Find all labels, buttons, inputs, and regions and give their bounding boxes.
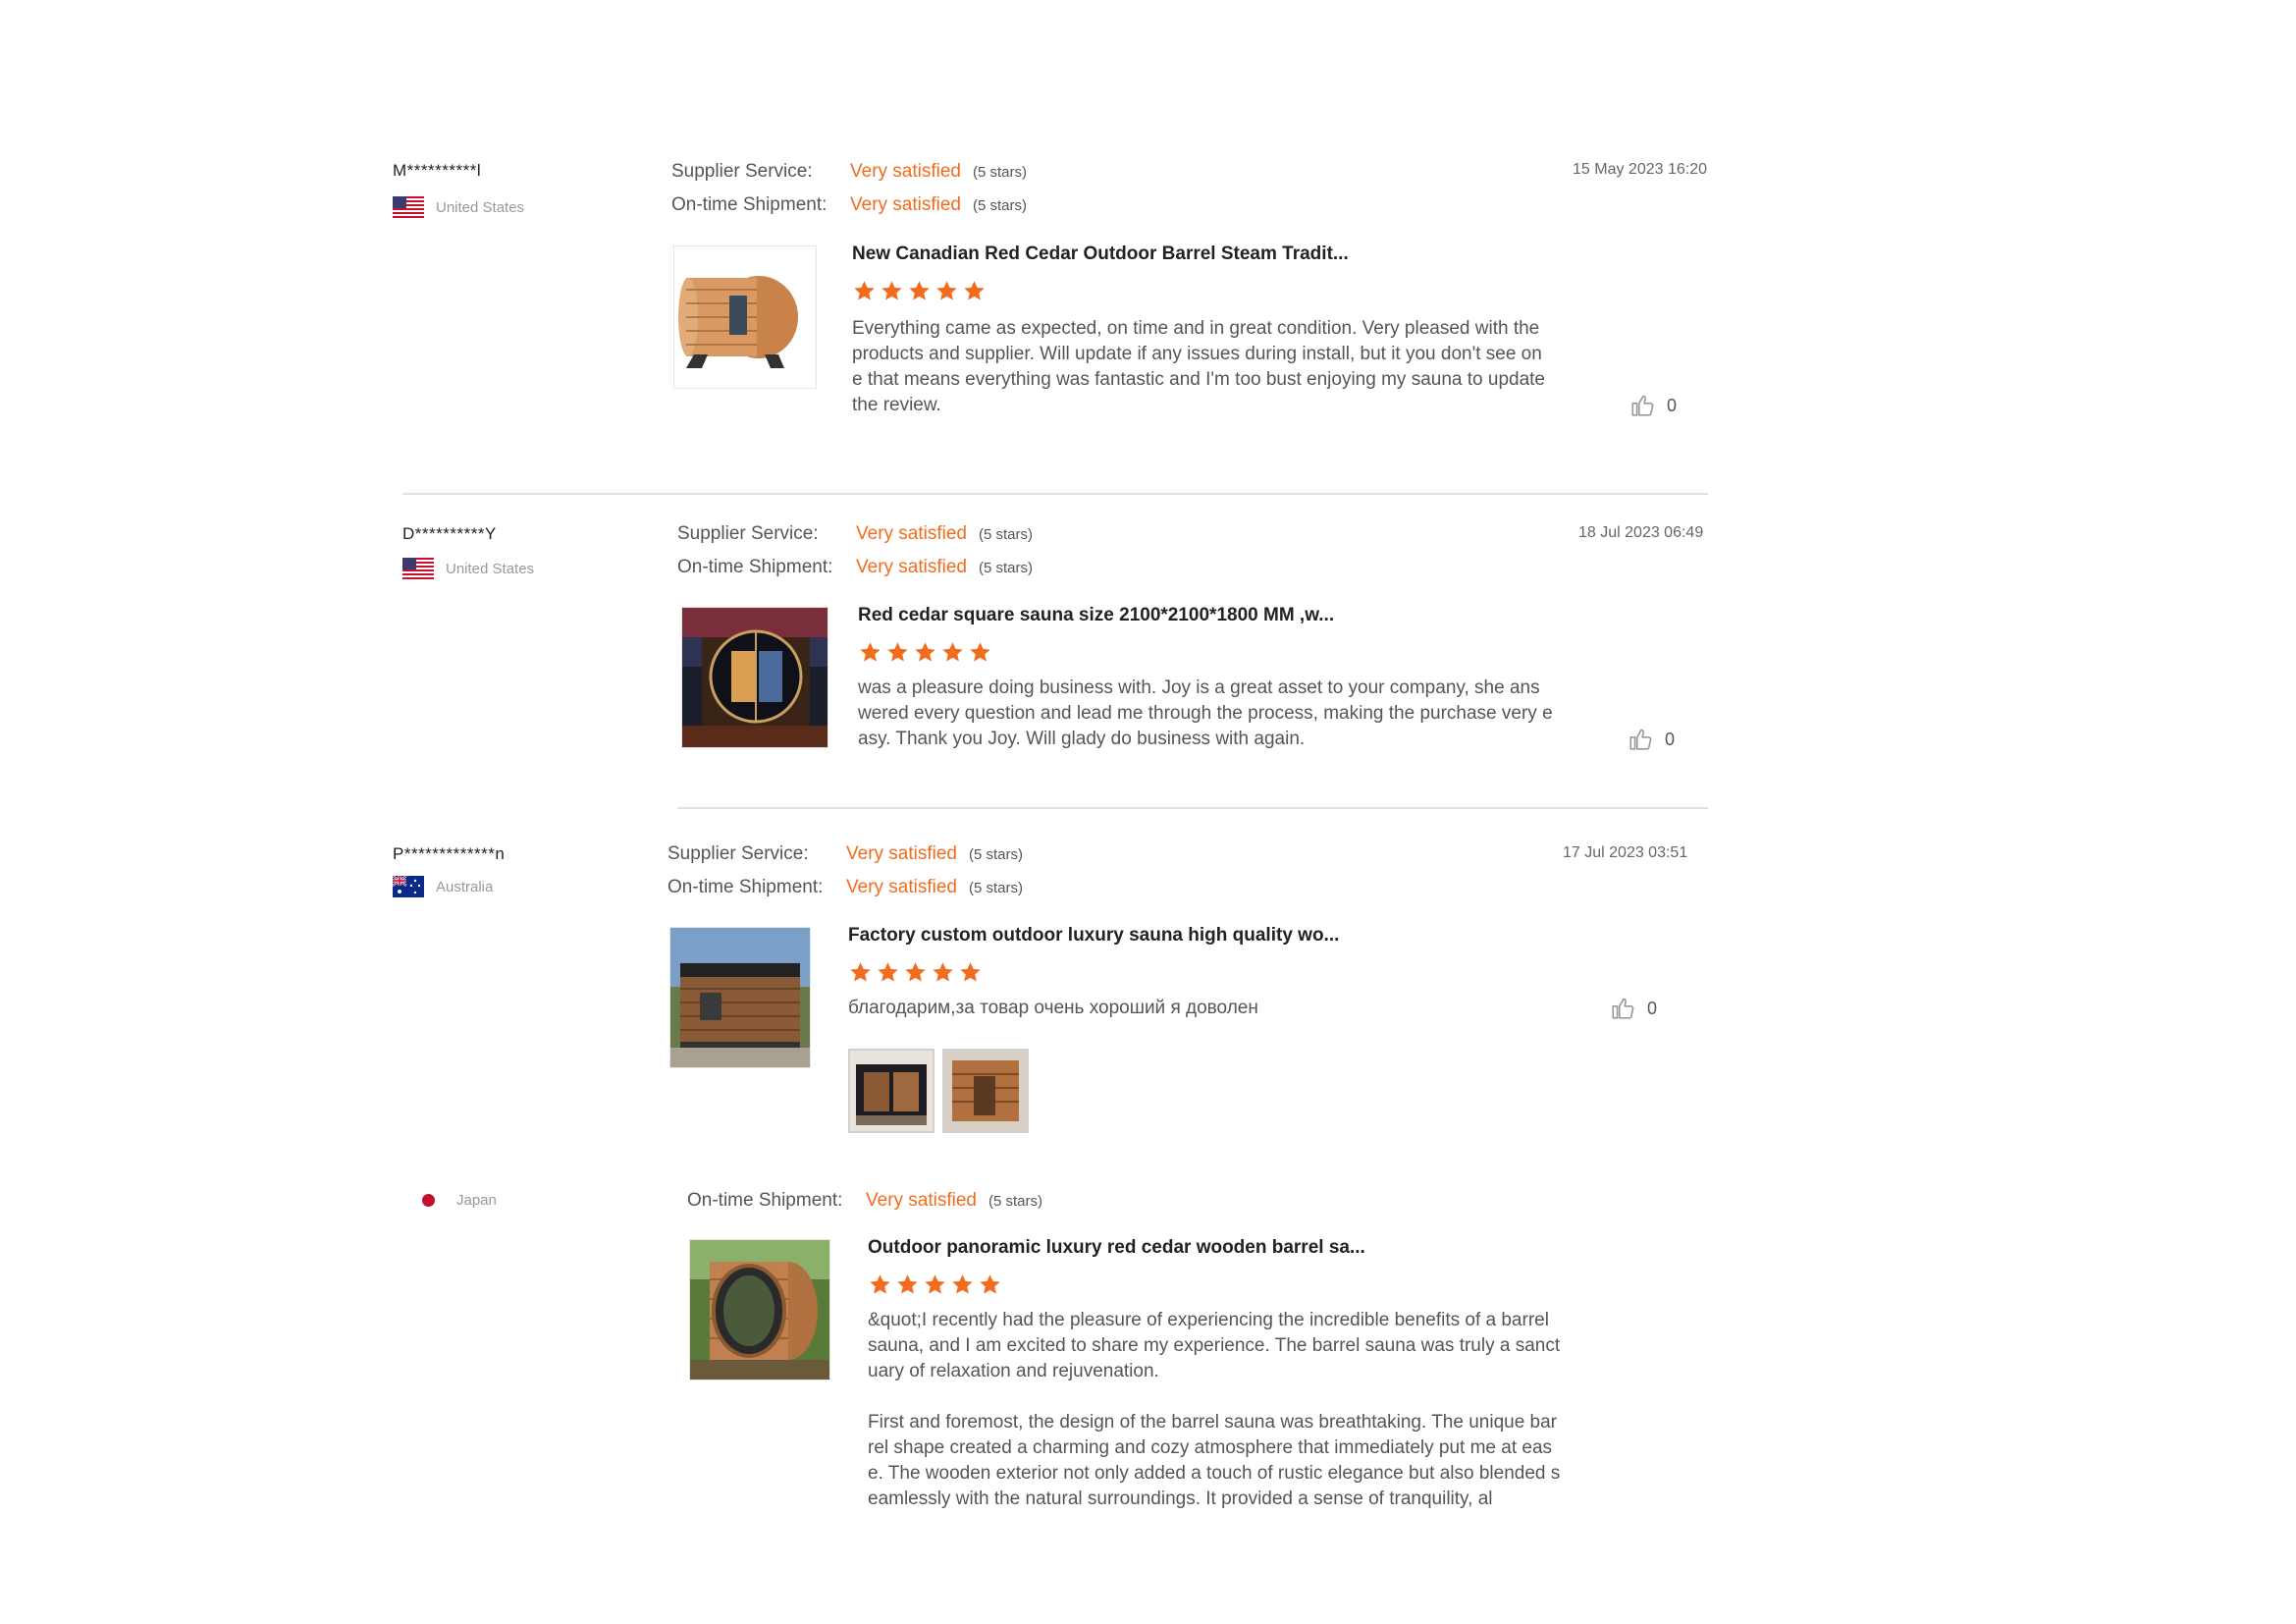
review-divider [677, 807, 1708, 809]
product-title[interactable]: New Canadian Red Cedar Outdoor Barrel St… [852, 244, 1349, 265]
buyer-country: Australia [393, 876, 493, 897]
shipment-rating: On-time Shipment: Very satisfied (5 star… [671, 194, 1028, 215]
star-icon [876, 960, 900, 990]
product-title[interactable]: Red cedar square sauna size 2100*2100*18… [858, 605, 1334, 626]
product-image[interactable] [673, 245, 817, 389]
star-icon [978, 1272, 1002, 1302]
buyer-name: D**********Y [402, 524, 497, 543]
review-date: 17 Jul 2023 03:51 [1563, 844, 1688, 861]
star-icon [907, 279, 932, 308]
country-label: Japan [456, 1192, 497, 1209]
product-image[interactable] [681, 607, 828, 748]
star-icon [868, 1272, 892, 1302]
supplier-service-rating: Supplier Service: Very satisfied (5 star… [667, 843, 1024, 864]
review-text: &quot;I recently had the pleasure of exp… [868, 1310, 1561, 1509]
star-icon [880, 279, 904, 308]
star-icon [885, 640, 910, 670]
review-text: благодарим,за товар очень хороший я дово… [848, 998, 1258, 1018]
review-photo[interactable] [942, 1049, 1029, 1133]
like-button[interactable]: 0 [1610, 996, 1657, 1021]
star-icon [858, 640, 882, 670]
product-title[interactable]: Factory custom outdoor luxury sauna high… [848, 925, 1339, 947]
shipment-rating: On-time Shipment: Very satisfied (5 star… [667, 877, 1024, 897]
star-icon [903, 960, 928, 990]
product-image[interactable] [669, 927, 811, 1068]
star-rating [858, 640, 992, 670]
product-image[interactable] [689, 1239, 830, 1380]
country-label: Australia [436, 878, 494, 895]
review-photo[interactable] [848, 1049, 934, 1133]
thumbs-up-icon [1612, 998, 1634, 1019]
star-icon [950, 1272, 975, 1302]
star-icon [962, 279, 987, 308]
star-icon [968, 640, 992, 670]
buyer-country: United States [393, 196, 524, 218]
star-icon [934, 279, 959, 308]
jp-flag-icon [422, 1194, 435, 1207]
supplier-service-rating: Supplier Service: Very satisfied (5 star… [671, 161, 1028, 182]
star-icon [940, 640, 965, 670]
review-date: 15 May 2023 16:20 [1573, 161, 1707, 178]
review-text: Everything came as expected, on time and… [852, 318, 1545, 415]
like-count: 0 [1647, 998, 1658, 1018]
us-flag-icon [393, 196, 424, 218]
star-icon [913, 640, 937, 670]
product-title[interactable]: Outdoor panoramic luxury red cedar woode… [868, 1237, 1365, 1259]
buyer-country: United States [402, 558, 534, 579]
like-count: 0 [1667, 395, 1678, 415]
buyer-name: M**********l [393, 161, 482, 180]
like-button[interactable]: 0 [1628, 727, 1675, 752]
review-divider [402, 493, 1708, 495]
country-label: United States [446, 560, 535, 577]
like-count: 0 [1665, 729, 1676, 749]
thumbs-up-icon [1631, 395, 1654, 416]
buyer-name: P*************n [393, 844, 506, 863]
thumbs-up-icon [1629, 729, 1652, 750]
review-text: was a pleasure doing business with. Joy … [858, 677, 1553, 749]
au-flag-icon [393, 876, 424, 897]
star-rating [868, 1272, 1002, 1302]
star-rating [852, 279, 987, 308]
star-icon [848, 960, 873, 990]
us-flag-icon [402, 558, 434, 579]
star-icon [852, 279, 877, 308]
star-icon [931, 960, 955, 990]
shipment-rating: On-time Shipment: Very satisfied (5 star… [677, 557, 1034, 577]
review-date: 18 Jul 2023 06:49 [1578, 524, 1704, 541]
shipment-rating: On-time Shipment: Very satisfied (5 star… [687, 1190, 1043, 1211]
supplier-service-rating: Supplier Service: Very satisfied (5 star… [677, 523, 1034, 544]
like-button[interactable]: 0 [1629, 393, 1677, 418]
star-icon [923, 1272, 947, 1302]
star-icon [895, 1272, 920, 1302]
star-icon [958, 960, 983, 990]
buyer-country: Japan [412, 1192, 497, 1209]
star-rating [848, 960, 983, 990]
country-label: United States [436, 198, 525, 216]
